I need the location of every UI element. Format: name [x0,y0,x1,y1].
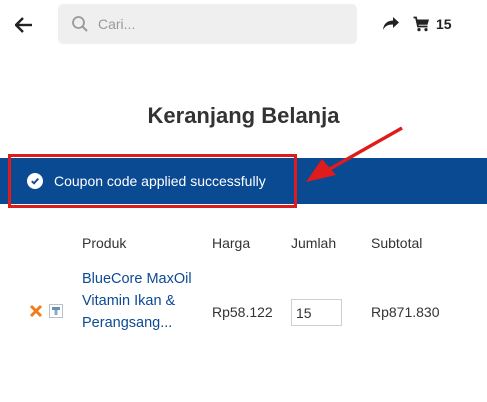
search-box [58,4,357,44]
annotation-arrow-icon [306,126,403,182]
share-button[interactable] [380,13,402,35]
check-circle-icon [27,173,43,189]
product-thumbnail-icon [49,304,63,318]
cart-button[interactable]: 15 [413,12,452,36]
quantity-input[interactable] [291,299,342,326]
notice-message: Coupon code applied successfully [54,173,266,189]
remove-item-icon[interactable] [29,304,43,318]
product-price: Rp58.122 [212,304,273,320]
page-title: Keranjang Belanja [147,103,340,128]
column-header-price: Harga [212,235,251,251]
column-header-product: Produk [82,235,127,251]
arrow-left-icon [15,17,32,33]
product-name-link[interactable]: BlueCore MaxOil Vitamin Ikan & Perangsan… [82,268,202,352]
share-icon [383,17,399,30]
back-button[interactable] [12,13,36,37]
column-header-quantity: Jumlah [291,235,337,251]
search-icon [72,16,88,32]
product-subtotal: Rp871.830 [371,304,440,320]
column-header-subtotal: Subtotal [371,235,423,251]
cart-icon [413,16,429,32]
top-bar: 15 [0,0,487,50]
cart-count: 15 [436,16,452,32]
search-input[interactable] [98,4,348,44]
